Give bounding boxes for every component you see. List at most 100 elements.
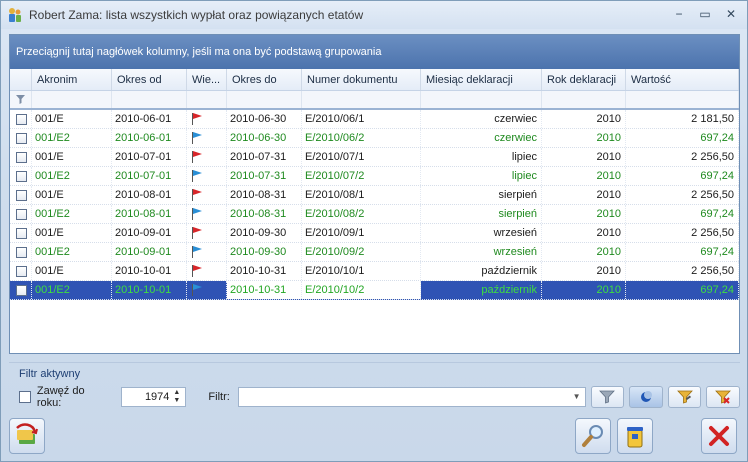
cell-okres-do: 2010-10-31 bbox=[227, 281, 302, 299]
row-select-cell[interactable] bbox=[10, 205, 32, 223]
row-select-cell[interactable] bbox=[10, 129, 32, 147]
close-window-button[interactable]: ✕ bbox=[721, 5, 741, 23]
row-checkbox[interactable] bbox=[16, 132, 27, 144]
magnifier-icon bbox=[582, 425, 603, 447]
cell-numer-dokumentu: E/2010/09/2 bbox=[302, 243, 421, 261]
row-checkbox[interactable] bbox=[16, 227, 27, 239]
cell-okres-od: 2010-09-01 bbox=[112, 224, 187, 242]
table-row[interactable]: 001/E 2010-10-01 2010-10-31 E/2010/10/1 paźd… bbox=[10, 262, 739, 281]
column-header-okres-do[interactable]: Okres do bbox=[227, 69, 302, 90]
row-select-cell[interactable] bbox=[10, 186, 32, 204]
filter-cell-okres-od[interactable] bbox=[112, 91, 187, 108]
blue-flag-icon bbox=[190, 284, 204, 296]
cell-flag bbox=[187, 110, 227, 128]
table-row[interactable]: 001/E2 2010-08-01 2010-08-31 E/2010/08/2 sie… bbox=[10, 205, 739, 224]
cell-miesiac-deklaracji: październik bbox=[421, 281, 542, 299]
narrow-year-checkbox[interactable] bbox=[19, 391, 31, 403]
row-checkbox[interactable] bbox=[16, 151, 27, 163]
payments-window: Robert Zama: lista wszystkich wypłat ora… bbox=[0, 0, 748, 462]
build-filter-button[interactable] bbox=[667, 386, 702, 408]
filter-cell-miesiac[interactable] bbox=[421, 91, 542, 108]
row-checkbox[interactable] bbox=[16, 246, 27, 258]
maximize-button[interactable]: ▭ bbox=[695, 5, 715, 23]
column-header-wie[interactable]: Wie... bbox=[187, 69, 227, 90]
cell-flag bbox=[187, 129, 227, 147]
row-select-cell[interactable] bbox=[10, 281, 32, 299]
grid-body: 001/E 2010-06-01 2010-06-30 E/2010/06/1 czer… bbox=[10, 110, 739, 300]
delete-button[interactable] bbox=[617, 418, 653, 454]
spinner-arrows-icon[interactable]: ▲ ▼ bbox=[173, 389, 181, 405]
filter-input[interactable]: ▼ bbox=[237, 387, 586, 407]
refresh-filter-button[interactable] bbox=[629, 386, 663, 408]
column-header-akronim[interactable]: Akronim bbox=[32, 69, 112, 90]
minimize-button[interactable]: − bbox=[669, 5, 689, 23]
cell-miesiac-deklaracji: czerwiec bbox=[421, 110, 542, 128]
table-row[interactable]: 001/E2 2010-06-01 2010-06-30 E/2010/06/2 cze… bbox=[10, 129, 739, 148]
cell-numer-dokumentu: E/2010/08/2 bbox=[302, 205, 421, 223]
table-row[interactable]: 001/E2 2010-07-01 2010-07-31 E/2010/07/2 lip… bbox=[10, 167, 739, 186]
filter-funnel-button[interactable] bbox=[590, 386, 625, 408]
column-header-numer-dokumentu[interactable]: Numer dokumentu bbox=[302, 69, 421, 90]
row-select-cell[interactable] bbox=[10, 167, 32, 185]
table-row[interactable]: 001/E 2010-07-01 2010-07-31 E/2010/07/1 lipi… bbox=[10, 148, 739, 167]
red-flag-icon bbox=[190, 227, 204, 239]
cell-rok-deklaracji: 2010 bbox=[542, 167, 626, 185]
filter-cell-wartosc[interactable] bbox=[626, 91, 739, 108]
cell-okres-od: 2010-10-01 bbox=[112, 281, 187, 299]
funnel-hammer-icon bbox=[676, 390, 693, 404]
row-select-cell[interactable] bbox=[10, 224, 32, 242]
row-checkbox[interactable] bbox=[16, 284, 27, 296]
filter-cell-numer[interactable] bbox=[302, 91, 421, 108]
column-header-wartosc[interactable]: Wartość bbox=[626, 69, 739, 90]
row-checkbox[interactable] bbox=[16, 208, 27, 220]
filter-cell-rok[interactable] bbox=[542, 91, 626, 108]
row-select-cell[interactable] bbox=[10, 110, 32, 128]
column-header-miesiac-deklaracji[interactable]: Miesiąc deklaracji bbox=[421, 69, 542, 90]
preview-button[interactable] bbox=[575, 418, 611, 454]
cell-rok-deklaracji: 2010 bbox=[542, 205, 626, 223]
table-row[interactable]: 001/E 2010-09-01 2010-09-30 E/2010/09/1 wrze… bbox=[10, 224, 739, 243]
row-checkbox[interactable] bbox=[16, 113, 27, 125]
year-spinner[interactable]: 1974 ▲ ▼ bbox=[121, 387, 187, 407]
column-header-rok-deklaracji[interactable]: Rok deklaracji bbox=[542, 69, 626, 90]
row-select-cell[interactable] bbox=[10, 243, 32, 261]
cell-okres-od: 2010-07-01 bbox=[112, 167, 187, 185]
title-bar[interactable]: Robert Zama: lista wszystkich wypłat ora… bbox=[1, 1, 747, 29]
close-x-icon bbox=[709, 426, 729, 446]
clear-filter-button[interactable] bbox=[706, 386, 740, 408]
cell-wartosc: 2 181,50 bbox=[626, 110, 739, 128]
table-row[interactable]: 001/E 2010-08-01 2010-08-31 E/2010/08/1 sier… bbox=[10, 186, 739, 205]
row-checkbox[interactable] bbox=[16, 265, 27, 277]
filter-cell-akronim[interactable] bbox=[32, 91, 112, 108]
cell-numer-dokumentu: E/2010/07/2 bbox=[302, 167, 421, 185]
table-row[interactable]: 001/E2 2010-10-01 2010-10-31 E/2010/10/2 paź… bbox=[10, 281, 739, 300]
cell-flag bbox=[187, 186, 227, 204]
row-checkbox[interactable] bbox=[16, 189, 27, 201]
table-row[interactable]: 001/E 2010-06-01 2010-06-30 E/2010/06/1 czer… bbox=[10, 110, 739, 129]
column-header-okres-od[interactable]: Okres od bbox=[112, 69, 187, 90]
cell-wartosc: 697,24 bbox=[626, 167, 739, 185]
row-select-cell[interactable] bbox=[10, 148, 32, 166]
filter-cell-okres-do[interactable] bbox=[227, 91, 302, 108]
red-flag-icon bbox=[190, 265, 204, 277]
cell-miesiac-deklaracji: sierpień bbox=[421, 186, 542, 204]
cell-miesiac-deklaracji: październik bbox=[421, 262, 542, 280]
row-checkbox[interactable] bbox=[16, 170, 27, 182]
blue-flag-icon bbox=[190, 208, 204, 220]
cell-flag bbox=[187, 224, 227, 242]
filter-cell-wie[interactable] bbox=[187, 91, 227, 108]
export-button[interactable] bbox=[9, 418, 45, 454]
dropdown-arrow-icon[interactable]: ▼ bbox=[573, 392, 581, 401]
group-by-area[interactable]: Przeciągnij tutaj nagłówek kolumny, jeśl… bbox=[10, 35, 739, 69]
cell-okres-do: 2010-09-30 bbox=[227, 224, 302, 242]
filter-panel: Filtr aktywny Zawęź do roku: 1974 ▲ ▼ Fil… bbox=[9, 362, 740, 409]
row-select-cell[interactable] bbox=[10, 262, 32, 280]
funnel-icon[interactable] bbox=[10, 91, 32, 108]
cell-okres-do: 2010-07-31 bbox=[227, 167, 302, 185]
cell-miesiac-deklaracji: wrzesień bbox=[421, 243, 542, 261]
close-button[interactable] bbox=[701, 418, 737, 454]
cell-wartosc: 697,24 bbox=[626, 281, 739, 299]
cell-okres-od: 2010-08-01 bbox=[112, 186, 187, 204]
table-row[interactable]: 001/E2 2010-09-01 2010-09-30 E/2010/09/2 wrz… bbox=[10, 243, 739, 262]
filter-panel-title[interactable]: Filtr aktywny bbox=[19, 368, 80, 380]
